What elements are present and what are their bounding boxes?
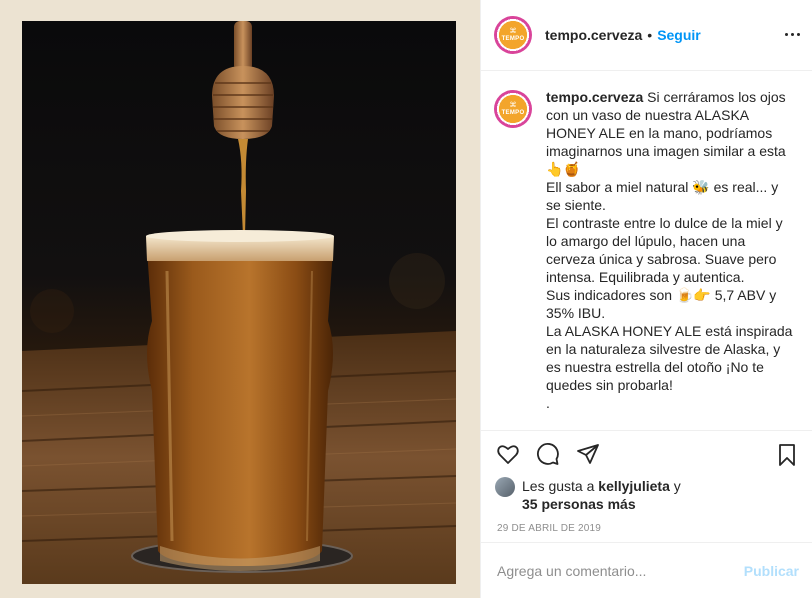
logo-bow-icon: ⌘ xyxy=(509,101,517,109)
post-photo[interactable] xyxy=(22,21,456,584)
post-photo-frame xyxy=(0,0,480,598)
post-actions xyxy=(481,431,812,477)
caption-username[interactable]: tempo.cerveza xyxy=(546,89,643,105)
brand-logo: ⌘ TEMPO xyxy=(499,21,527,49)
caption-line: El contraste entre lo dulce de la miel y… xyxy=(546,215,783,285)
likes-summary: Les gusta a kellyjulieta y 35 personas m… xyxy=(481,477,812,513)
paper-plane-icon[interactable] xyxy=(575,441,601,467)
post-sidebar: ⌘ TEMPO tempo.cerveza • Seguir ⌘ TEMPO t… xyxy=(480,0,812,598)
comment-bar: Publicar xyxy=(481,542,812,598)
header-username[interactable]: tempo.cerveza xyxy=(545,27,642,43)
likes-prefix: Les gusta a xyxy=(522,478,595,494)
honey-beer-image xyxy=(22,21,456,584)
caption-line: Sus indicadores son 🍺👉 5,7 ABV y 35% IBU… xyxy=(546,287,777,321)
header-separator: • xyxy=(647,27,653,43)
caption-line: La ALASKA HONEY ALE está inspirada en la… xyxy=(546,323,793,393)
likes-text: Les gusta a kellyjulieta y 35 personas m… xyxy=(522,477,681,513)
logo-text: TEMPO xyxy=(501,35,525,42)
caption-line: . xyxy=(546,395,550,411)
likes-count-link[interactable]: 35 personas más xyxy=(522,496,636,512)
liker-username[interactable]: kellyjulieta xyxy=(598,478,670,494)
heart-icon[interactable] xyxy=(495,441,521,467)
caption-line: Ell sabor a miel natural 🐝 es real... y … xyxy=(546,179,779,213)
brand-logo: ⌘ TEMPO xyxy=(499,95,527,123)
comment-icon[interactable] xyxy=(535,441,561,467)
account-avatar[interactable]: ⌘ TEMPO xyxy=(494,16,532,54)
bookmark-icon[interactable] xyxy=(774,442,800,468)
more-options-icon[interactable] xyxy=(782,26,802,42)
follow-button[interactable]: Seguir xyxy=(657,27,701,43)
caption-area: ⌘ TEMPO tempo.cerveza Si cerráramos los … xyxy=(481,71,812,431)
liker-avatar[interactable] xyxy=(495,477,515,497)
comment-input[interactable] xyxy=(497,562,744,579)
logo-text: TEMPO xyxy=(501,109,525,116)
caption-avatar[interactable]: ⌘ TEMPO xyxy=(494,90,532,128)
logo-bow-icon: ⌘ xyxy=(509,27,517,35)
likes-connector: y xyxy=(673,478,681,494)
publish-button[interactable]: Publicar xyxy=(744,563,799,579)
caption-text: tempo.cerveza Si cerráramos los ojos con… xyxy=(546,88,796,430)
post-header: ⌘ TEMPO tempo.cerveza • Seguir xyxy=(481,0,812,71)
